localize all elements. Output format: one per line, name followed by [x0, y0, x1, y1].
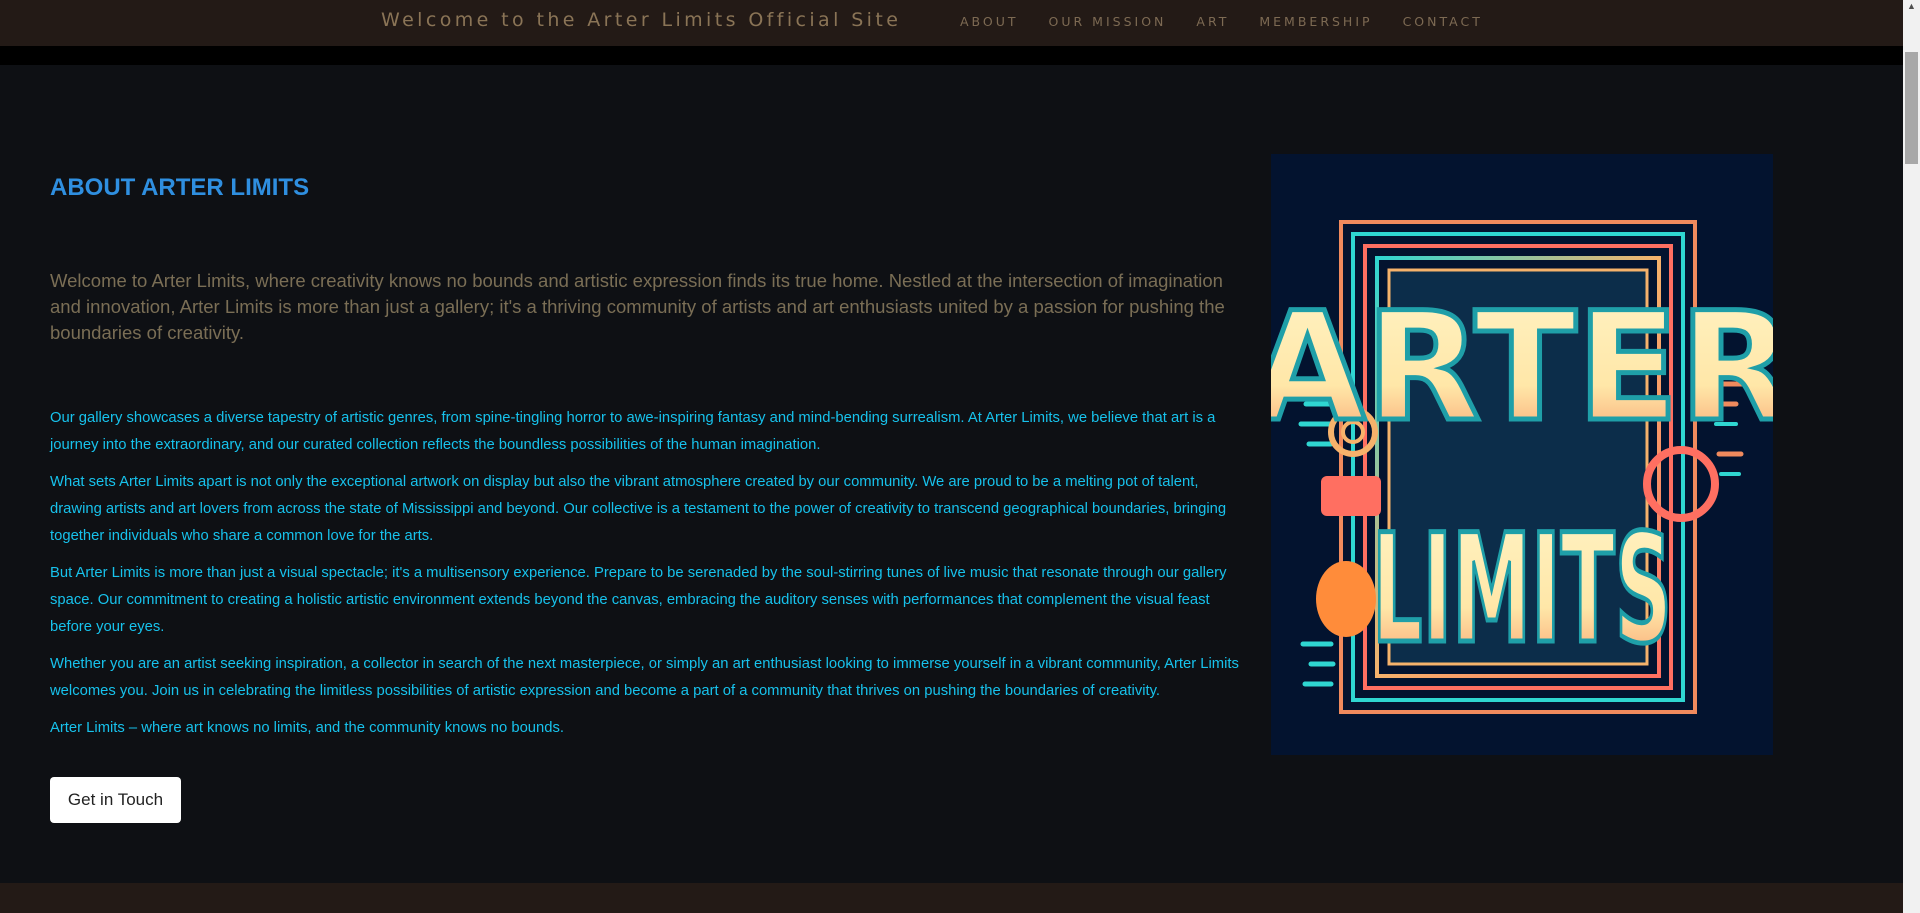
site-title[interactable]: Welcome to the Arter Limits Official Sit… — [381, 9, 901, 31]
poster-line-2: LIMITS — [1372, 503, 1672, 677]
about-paragraph: Whether you are an artist seeking inspir… — [50, 656, 1239, 699]
nav-about[interactable]: ABOUT — [960, 14, 1019, 29]
top-navbar: Welcome to the Arter Limits Official Sit… — [0, 0, 1903, 46]
about-heading: ABOUT ARTER LIMITS — [50, 174, 310, 201]
poster-artwork: ARTER LIMITS — [1271, 154, 1773, 755]
nav-art[interactable]: ART — [1196, 14, 1229, 29]
nav-contact[interactable]: CONTACT — [1403, 14, 1483, 29]
header-divider — [0, 46, 1903, 65]
nav-our-mission[interactable]: OUR MISSION — [1049, 14, 1167, 29]
triangle-up-icon[interactable]: ▲ — [1907, 1, 1916, 11]
main-nav: ABOUT OUR MISSION ART MEMBERSHIP CONTACT — [960, 14, 1513, 29]
about-paragraph: Our gallery showcases a diverse tapestry… — [50, 410, 1216, 453]
about-body: Our gallery showcases a diverse tapestry… — [50, 405, 1250, 752]
get-in-touch-button[interactable]: Get in Touch — [50, 777, 181, 823]
about-paragraph: But Arter Limits is more than just a vis… — [50, 565, 1227, 635]
arter-limits-poster: ARTER LIMITS — [1271, 154, 1773, 755]
poster-line-1: ARTER — [1271, 281, 1773, 455]
scrollbar-thumb[interactable] — [1905, 52, 1918, 164]
nav-membership[interactable]: MEMBERSHIP — [1259, 14, 1372, 29]
about-tagline: Arter Limits – where art knows no limits… — [50, 720, 565, 736]
about-lead: Welcome to Arter Limits, where creativit… — [50, 270, 1225, 343]
footer-band — [0, 883, 1903, 913]
about-paragraph: What sets Arter Limits apart is not only… — [50, 474, 1227, 544]
vertical-scrollbar[interactable]: ▲ — [1903, 0, 1920, 913]
